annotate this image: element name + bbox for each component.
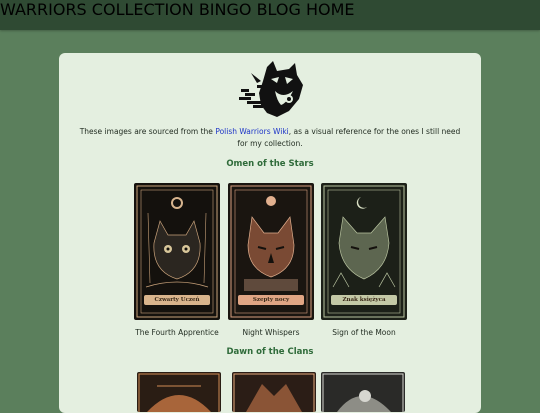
section-title-dawn-of-the-clans: Dawn of the Clans <box>226 347 314 357</box>
card-artwork <box>233 373 315 412</box>
nav-blog[interactable]: BLOG <box>257 0 301 19</box>
card-the-fourth-apprentice[interactable]: Czwarty Uczeń <box>134 183 220 320</box>
polish-warriors-wiki-link[interactable]: Polish Warriors Wiki <box>215 127 288 136</box>
intro-text: These images are sourced from the Polish… <box>78 126 462 150</box>
card-title-plate: Czwarty Uczeń <box>144 295 210 305</box>
card-artwork <box>138 373 220 412</box>
card-artwork <box>322 373 404 412</box>
card-caption: The Fourth Apprentice <box>135 328 219 337</box>
card-title-plate: Znak księżyca <box>331 295 397 305</box>
card-sign-of-the-moon[interactable]: Znak księżyca <box>321 183 407 320</box>
nav-home[interactable]: HOME <box>306 0 355 19</box>
cat-emblem-icon <box>239 61 303 117</box>
dawn-card-3[interactable] <box>321 372 405 412</box>
top-navigation-bar: WARRIORS COLLECTION BINGO BLOG HOME <box>0 0 540 30</box>
card-caption: Night Whispers <box>242 328 300 337</box>
card-title-plate: Szepty nocy <box>238 295 304 305</box>
dawn-card-1[interactable] <box>137 372 221 412</box>
intro-text-start: These images are sourced from the <box>79 127 216 136</box>
card-night-whispers[interactable]: Szepty nocy <box>228 183 314 320</box>
nav-bingo[interactable]: BINGO <box>199 0 252 19</box>
nav-warriors-collection[interactable]: WARRIORS COLLECTION <box>0 0 194 19</box>
card-caption: Sign of the Moon <box>332 328 396 337</box>
section-title-omen-of-the-stars: Omen of the Stars <box>226 159 314 169</box>
dawn-card-2[interactable] <box>232 372 316 412</box>
